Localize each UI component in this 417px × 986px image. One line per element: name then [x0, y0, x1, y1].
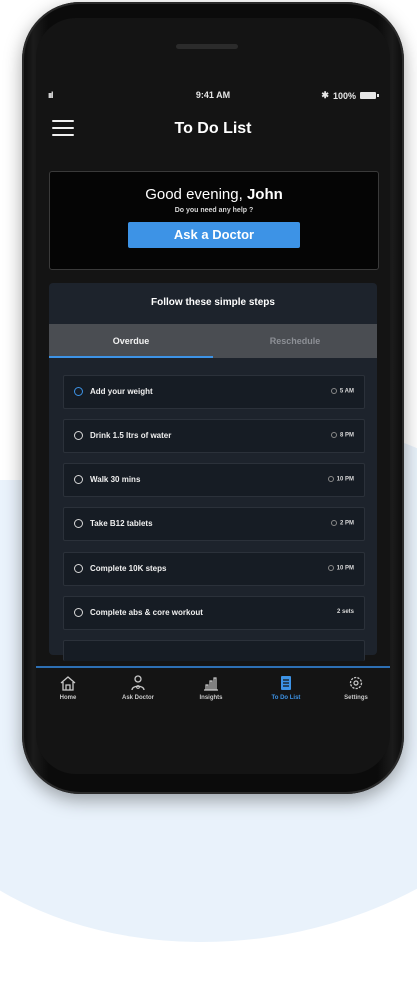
- radio-circle-icon[interactable]: [74, 475, 83, 484]
- doctor-icon: [131, 675, 145, 691]
- nav-home-label: Home: [59, 695, 77, 701]
- radio-circle-icon[interactable]: [74, 431, 83, 440]
- task-time-value: 5 AM: [339, 388, 354, 395]
- task-time: 8 PM: [330, 432, 354, 439]
- task-time: 2 PM: [330, 520, 354, 527]
- clock-icon: [327, 565, 334, 571]
- task-time: 10 PM: [327, 565, 354, 572]
- nav-ask-doctor-label: Ask Doctor: [121, 695, 154, 701]
- radio-circle-icon[interactable]: [74, 564, 83, 573]
- bluetooth-icon: ✱: [321, 90, 329, 100]
- nav-insights[interactable]: Insights: [181, 674, 241, 701]
- nav-insights-label: Insights: [199, 695, 223, 701]
- bar-chart-icon: [204, 677, 218, 691]
- task-item-walk[interactable]: Walk 30 mins 10 PM: [63, 463, 365, 497]
- task-label: Walk 30 mins: [90, 475, 141, 484]
- nav-home[interactable]: Home: [38, 674, 98, 701]
- active-tab-indicator: [49, 356, 213, 358]
- greeting-subtitle: Do you need any help ?: [174, 207, 254, 214]
- clipboard-icon: [281, 676, 291, 690]
- tab-reschedule[interactable]: Reschedule: [213, 324, 377, 358]
- task-item-10k-steps[interactable]: Complete 10K steps 10 PM: [63, 552, 365, 586]
- task-time-value: 8 PM: [339, 432, 354, 439]
- task-item-drink-water[interactable]: Drink 1.5 ltrs of water 8 PM: [63, 419, 365, 453]
- steps-title: Follow these simple steps: [151, 297, 275, 308]
- user-name: John: [246, 186, 283, 203]
- greeting-prefix: Good evening,: [145, 186, 247, 203]
- task-time-value: 10 PM: [336, 565, 354, 572]
- task-label: Complete abs & core workout: [90, 608, 203, 617]
- task-label: Complete 10K steps: [90, 564, 167, 573]
- nav-ask-doctor[interactable]: Ask Doctor: [108, 674, 168, 701]
- ask-doctor-button[interactable]: Ask a Doctor: [128, 222, 300, 248]
- task-time-value: 2 PM: [339, 520, 354, 527]
- radio-circle-icon[interactable]: [74, 608, 83, 617]
- clock-icon: [330, 432, 337, 438]
- task-time-value: 2 sets: [336, 609, 354, 615]
- speaker-grille: [176, 44, 238, 49]
- nav-to-do-list-label: To Do List: [271, 695, 301, 701]
- task-time: 10 PM: [327, 476, 354, 483]
- radio-circle-icon[interactable]: [74, 387, 83, 396]
- greeting-card: Good evening, John Do you need any help …: [49, 171, 379, 270]
- task-time-value: 10 PM: [336, 476, 354, 483]
- task-item-add-weight[interactable]: Add your weight 5 AM: [63, 375, 365, 409]
- bottom-nav: Home Ask Doctor Insights To Do List Sett…: [36, 666, 390, 718]
- battery-group: ✱ 100%: [321, 90, 379, 101]
- battery-icon: [360, 92, 379, 99]
- task-label: Take B12 tablets: [90, 519, 153, 528]
- clock-icon: [330, 520, 337, 526]
- task-label: Drink 1.5 ltrs of water: [90, 431, 172, 440]
- nav-to-do-list[interactable]: To Do List: [256, 674, 316, 701]
- home-icon: [60, 676, 76, 691]
- task-item-abs-workout[interactable]: Complete abs & core workout 2 sets: [63, 596, 365, 630]
- tab-bar: Overdue Reschedule: [49, 324, 377, 358]
- status-bar: ııl 9:41 AM ✱ 100%: [36, 90, 390, 104]
- task-item-partial: [63, 640, 365, 661]
- nav-settings-label: Settings: [344, 695, 368, 701]
- tab-overdue[interactable]: Overdue: [49, 324, 213, 358]
- gear-icon: [349, 676, 363, 690]
- task-time: 2 sets: [337, 609, 354, 615]
- task-item-b12-tablets[interactable]: Take B12 tablets 2 PM: [63, 507, 365, 541]
- task-label: Add your weight: [90, 387, 153, 396]
- page-title: To Do List: [174, 120, 252, 137]
- battery-percent: 100%: [332, 90, 356, 101]
- clock-icon: [327, 476, 334, 482]
- task-time: 5 AM: [330, 388, 354, 395]
- radio-circle-icon[interactable]: [74, 519, 83, 528]
- clock-icon: [330, 388, 337, 394]
- greeting-text: Good evening, John: [50, 186, 378, 203]
- nav-settings[interactable]: Settings: [326, 674, 386, 701]
